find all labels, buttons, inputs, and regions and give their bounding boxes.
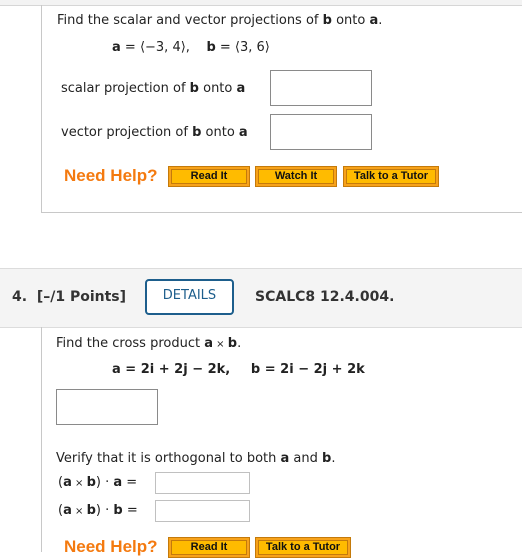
vector-b: b xyxy=(192,125,202,140)
details-button[interactable]: DETAILS xyxy=(145,279,234,315)
question-number: 4. [–/1 Points] xyxy=(12,289,126,305)
question-4-body xyxy=(41,327,522,552)
vector-b: b xyxy=(250,362,261,377)
vector-a: a xyxy=(112,40,121,55)
question-number-text: 4. xyxy=(12,289,28,305)
dot-symbol: ) · xyxy=(95,503,114,518)
verify-prompt: Verify that it is orthogonal to both a a… xyxy=(56,451,335,466)
read-it-label: Read It xyxy=(171,169,247,184)
q3-prompt-text: . xyxy=(378,13,383,28)
vector-projection-label: vector projection of b onto a xyxy=(61,125,248,140)
q3-prompt: Find the scalar and vector projections o… xyxy=(57,13,382,28)
vector-a: a xyxy=(236,81,246,96)
points-label: [–/1 Points] xyxy=(36,289,127,305)
watch-it-button[interactable]: Watch It xyxy=(255,166,337,187)
cross-symbol: × xyxy=(71,478,87,489)
q3-given-vectors: a = ⟨−3, 4⟩, b = ⟨3, 6⟩ xyxy=(112,40,270,55)
vector-a: a xyxy=(63,503,72,518)
vector-a: a xyxy=(63,475,72,490)
label-text: onto xyxy=(201,125,239,140)
label-text: scalar projection of xyxy=(61,81,190,96)
verify-text: Verify that it is orthogonal to both xyxy=(56,451,281,466)
equals: = xyxy=(122,503,138,518)
cross-product-input[interactable] xyxy=(56,389,158,425)
verify-text: . xyxy=(331,451,336,466)
dot-symbol: ) · xyxy=(95,475,114,490)
vector-a: a xyxy=(112,362,121,377)
read-it-label: Read It xyxy=(171,540,247,555)
cross-symbol: × xyxy=(213,339,228,350)
scalar-projection-label: scalar projection of b onto a xyxy=(61,81,245,96)
dot-a-label: (a × b) · a = xyxy=(58,475,137,490)
dot-a-input[interactable] xyxy=(155,472,250,494)
label-text: vector projection of xyxy=(61,125,193,140)
b-value: = ⟨3, 6⟩ xyxy=(215,40,270,55)
vector-b: b xyxy=(189,81,199,96)
vector-b: b xyxy=(86,503,96,518)
vector-a: a xyxy=(113,475,123,490)
q4-prompt-text: Find the cross product xyxy=(56,336,205,351)
dot-b-input[interactable] xyxy=(155,500,250,522)
read-it-button[interactable]: Read It xyxy=(168,537,250,558)
vector-a: a xyxy=(280,451,290,466)
vector-b: b xyxy=(322,451,332,466)
dot-b-label: (a × b) · b = xyxy=(58,503,138,518)
verify-text: and xyxy=(289,451,323,466)
q4-given-vectors: a = 2i + 2j − 2k, b = 2i − 2j + 2k xyxy=(112,362,365,377)
talk-to-tutor-label: Talk to a Tutor xyxy=(346,169,436,184)
vector-projection-input[interactable] xyxy=(270,114,372,150)
scalar-projection-input[interactable] xyxy=(270,70,372,106)
vector-a: a xyxy=(238,125,248,140)
label-text: onto xyxy=(198,81,237,96)
need-help-label: Need Help? xyxy=(64,166,158,185)
vector-a: a xyxy=(204,336,213,351)
talk-to-tutor-button[interactable]: Talk to a Tutor xyxy=(343,166,439,187)
vector-a: a xyxy=(369,13,379,28)
q4-prompt: Find the cross product a × b. xyxy=(56,336,241,351)
talk-to-tutor-button[interactable]: Talk to a Tutor xyxy=(255,537,351,558)
q3-prompt-text: onto xyxy=(331,13,370,28)
b-value: = 2i − 2j + 2k xyxy=(260,362,365,377)
cross-symbol: × xyxy=(71,506,87,517)
vector-b: b xyxy=(113,503,123,518)
talk-to-tutor-label: Talk to a Tutor xyxy=(258,540,348,555)
q4-prompt-text: . xyxy=(237,336,242,351)
vector-b: b xyxy=(322,13,332,28)
vector-b: b xyxy=(206,40,216,55)
vector-b: b xyxy=(227,336,238,351)
question-code: SCALC8 12.4.004. xyxy=(255,289,395,305)
read-it-button[interactable]: Read It xyxy=(168,166,250,187)
vector-b: b xyxy=(86,475,96,490)
watch-it-label: Watch It xyxy=(258,169,334,184)
q3-prompt-text: Find the scalar and vector projections o… xyxy=(57,13,323,28)
need-help-label: Need Help? xyxy=(64,537,158,556)
a-value: = 2i + 2j − 2k, xyxy=(120,362,231,377)
a-value: = ⟨−3, 4⟩, xyxy=(120,40,190,55)
equals: = xyxy=(122,475,138,490)
